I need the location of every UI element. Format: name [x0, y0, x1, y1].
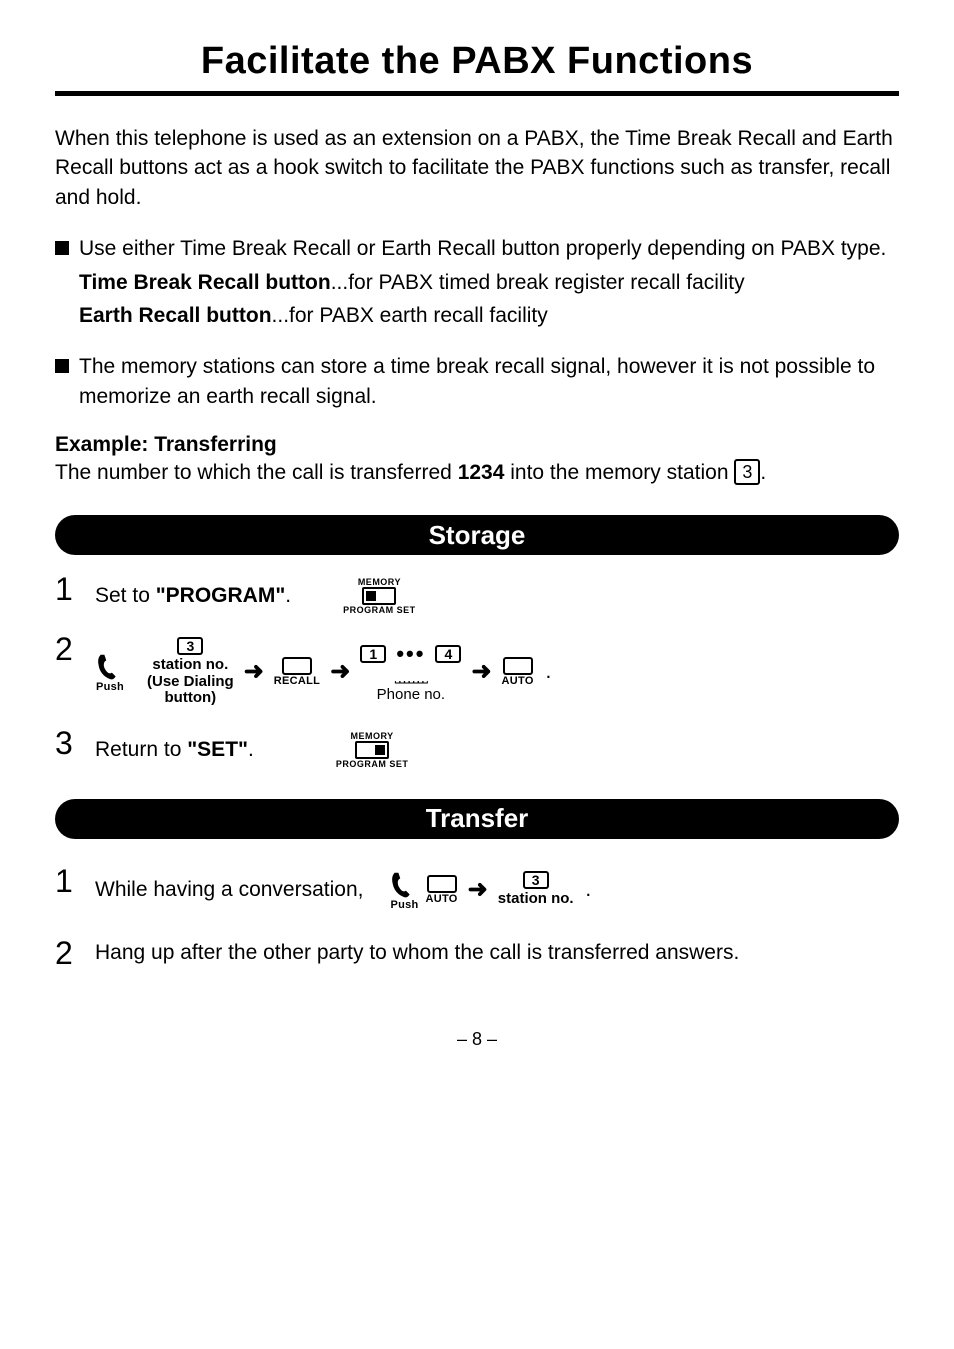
arrow-right-icon: ➜ — [326, 657, 354, 686]
step-number: 1 — [55, 865, 95, 897]
earth-recall-label: Earth Recall button — [79, 304, 272, 327]
station-no-label: station no. — [152, 657, 228, 674]
example-heading: Example: Transferring — [55, 433, 899, 457]
storage-3-c: . — [248, 738, 254, 761]
bullet-2-text: The memory stations can store a time bre… — [79, 352, 899, 411]
intro-paragraph: When this telephone is used as an extens… — [55, 124, 899, 212]
arrow-right-icon: ➜ — [467, 657, 495, 686]
auto-key-icon — [427, 875, 457, 893]
station-3-key-icon: 3 — [523, 871, 549, 889]
example-line-c: . — [760, 461, 766, 484]
time-break-label: Time Break Recall button — [79, 271, 331, 294]
example-line-b: into the memory station — [504, 461, 734, 484]
handset-push-icon: Push — [389, 869, 419, 911]
transfer-1-text: While having a conversation, — [95, 878, 363, 902]
step-number: 1 — [55, 573, 95, 605]
storage-step-2: 2 Push 3 station no. (Use Dialingbutton)… — [55, 633, 899, 707]
arrow-right-icon: ➜ — [464, 875, 492, 904]
step-number: 2 — [55, 633, 95, 665]
bullet-1-lead: Use either Time Break Recall or Earth Re… — [79, 234, 899, 263]
square-bullet-icon — [55, 241, 69, 255]
transfer-2-text: Hang up after the other party to whom th… — [95, 937, 899, 965]
memory-program-switch-icon: MEMORY PROGRAM SET — [343, 577, 416, 615]
station-3-key-icon: 3 — [177, 637, 203, 655]
handset-push-icon: Push — [95, 651, 125, 693]
example-number: 1234 — [458, 461, 505, 484]
memory-set-switch-icon: MEMORY PROGRAM SET — [336, 731, 409, 769]
transfer-step-2: 2 Hang up after the other party to whom … — [55, 937, 899, 969]
use-dialing-note: (Use Dialingbutton) — [147, 674, 234, 707]
example-line-a: The number to which the call is transfer… — [55, 461, 458, 484]
example-block: Example: Transferring The number to whic… — [55, 433, 899, 485]
digit-4-key-icon: 4 — [435, 645, 461, 663]
bullet-item-1: Use either Time Break Recall or Earth Re… — [55, 234, 899, 330]
page-title: Facilitate the PABX Functions — [55, 40, 899, 83]
time-break-desc: ...for PABX timed break register recall … — [331, 271, 745, 294]
arrow-right-icon: ➜ — [240, 657, 268, 686]
underbrace-icon: ⎵⎵⎵⎵⎵⎵⎵ — [395, 667, 427, 684]
step-number: 3 — [55, 727, 95, 759]
earth-recall-desc: ...for PABX earth recall facility — [272, 304, 548, 327]
auto-label: AUTO — [425, 893, 457, 905]
recall-key-icon — [282, 657, 312, 675]
step-number: 2 — [55, 937, 95, 969]
program-set-label: PROGRAM SET — [336, 759, 409, 769]
station-key-icon: 3 — [734, 459, 760, 485]
storage-1-program: "PROGRAM" — [156, 584, 286, 607]
bullet-item-2: The memory stations can store a time bre… — [55, 352, 899, 411]
storage-3-set: "SET" — [187, 738, 248, 761]
storage-1-c: . — [285, 584, 291, 607]
push-label: Push — [96, 681, 124, 693]
title-rule — [55, 91, 899, 96]
recall-label: RECALL — [274, 675, 320, 687]
storage-3-a: Return to — [95, 738, 187, 761]
storage-1-a: Set to — [95, 584, 156, 607]
page-number: – 8 – — [55, 1029, 899, 1050]
square-bullet-icon — [55, 359, 69, 373]
storage-step-3: 3 Return to "SET". MEMORY PROGRAM SET — [55, 727, 899, 769]
auto-label: AUTO — [502, 675, 534, 687]
phone-no-label: Phone no. — [377, 686, 445, 703]
digit-1-key-icon: 1 — [360, 645, 386, 663]
memory-label: MEMORY — [358, 577, 401, 587]
storage-step-1: 1 Set to "PROGRAM". MEMORY PROGRAM SET — [55, 573, 899, 615]
memory-label: MEMORY — [351, 731, 394, 741]
transfer-section-bar: Transfer — [55, 799, 899, 839]
program-set-label: PROGRAM SET — [343, 605, 416, 615]
ellipsis-icon: ••• — [392, 641, 429, 667]
transfer-step-1: 1 While having a conversation, Push AUTO… — [55, 865, 899, 911]
station-no-label: station no. — [498, 891, 574, 908]
push-label: Push — [390, 899, 418, 911]
auto-key-icon — [503, 657, 533, 675]
storage-section-bar: Storage — [55, 515, 899, 555]
